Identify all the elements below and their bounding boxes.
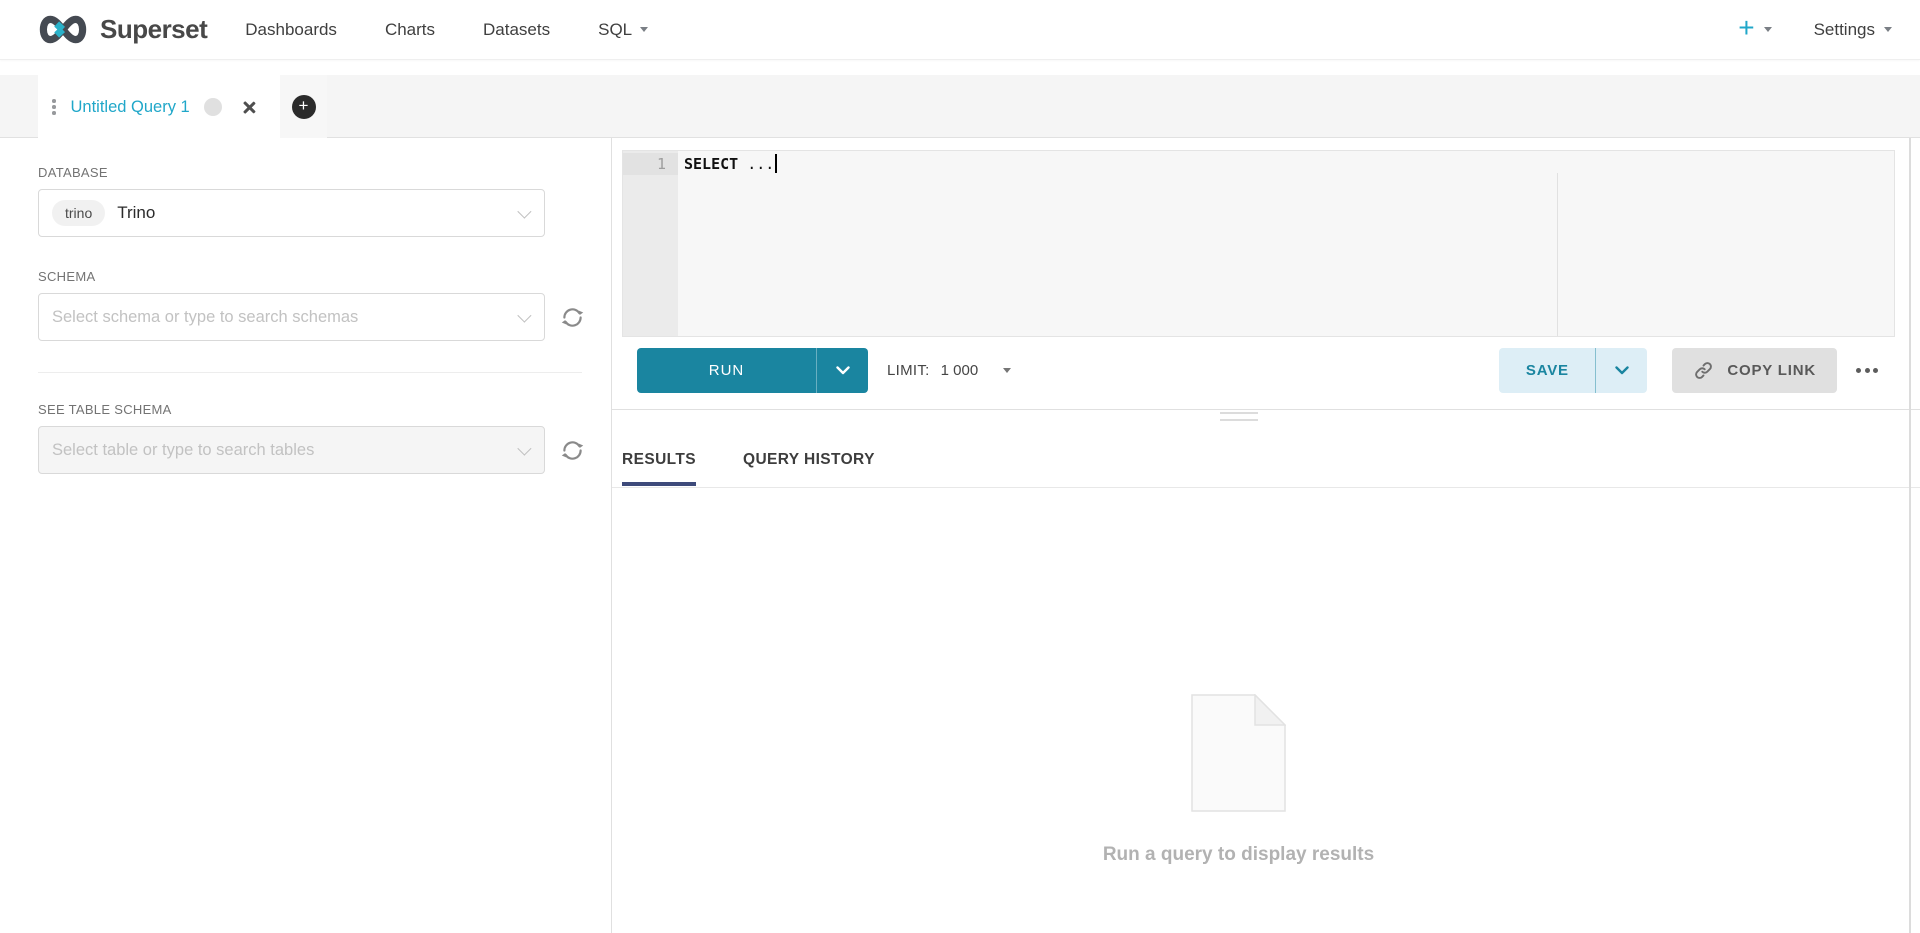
line-number: 1 — [623, 153, 678, 175]
schema-label: SCHEMA — [38, 269, 611, 284]
scrollbar-track[interactable] — [1909, 138, 1911, 933]
refresh-schemas-button[interactable] — [560, 305, 585, 330]
save-button-group: SAVE — [1499, 348, 1647, 393]
limit-dropdown[interactable]: LIMIT: 1 000 — [887, 362, 1011, 379]
run-button-group: RUN — [637, 348, 868, 393]
plus-icon: + — [292, 95, 316, 119]
sql-keyword: SELECT — [684, 155, 738, 173]
plus-icon: + — [1738, 14, 1754, 42]
copy-link-button[interactable]: COPY LINK — [1672, 348, 1837, 393]
run-button[interactable]: RUN — [637, 348, 816, 393]
superset-infinity-icon — [36, 12, 90, 47]
caret-down-icon — [640, 27, 648, 32]
navbar: Superset Dashboards Charts Datasets SQL … — [0, 0, 1920, 60]
text-cursor — [775, 154, 777, 173]
nav-item-datasets[interactable]: Datasets — [483, 20, 550, 40]
table-placeholder: Select table or type to search tables — [52, 441, 314, 460]
sql-text: ... — [738, 155, 774, 173]
sync-arrows-icon — [560, 438, 585, 463]
pane-resize-handle[interactable] — [1220, 412, 1258, 426]
chevron-down-icon — [517, 309, 531, 323]
caret-down-icon — [1003, 368, 1011, 373]
table-schema-label: SEE TABLE SCHEMA — [38, 402, 611, 417]
superset-logo[interactable]: Superset — [36, 12, 207, 47]
schema-placeholder: Select schema or type to search schemas — [52, 308, 358, 327]
save-options-button[interactable] — [1595, 348, 1647, 393]
schema-select[interactable]: Select schema or type to search schemas — [38, 293, 545, 341]
database-value: Trino — [117, 203, 155, 223]
chevron-down-icon — [1615, 366, 1629, 375]
kebab-vertical-icon[interactable] — [46, 95, 62, 119]
database-badge: trino — [52, 200, 105, 226]
editor-gutter: 1 — [623, 151, 678, 336]
nav-item-charts[interactable]: Charts — [385, 20, 435, 40]
south-tabs-baseline — [612, 487, 1920, 488]
chevron-down-icon — [517, 205, 531, 219]
nav-item-sql[interactable]: SQL — [598, 20, 648, 40]
tab-query-history[interactable]: QUERY HISTORY — [743, 451, 875, 486]
brand-name: Superset — [100, 14, 207, 45]
link-chain-icon — [1693, 360, 1714, 381]
new-item-button[interactable]: + — [1738, 17, 1771, 42]
query-tab-active[interactable]: Untitled Query 1 — [38, 75, 280, 139]
main-pane: 1 SELECT ... RUN LIMIT: 1 000 — [612, 138, 1920, 933]
copy-link-label: COPY LINK — [1727, 362, 1816, 379]
settings-menu[interactable]: Settings — [1814, 20, 1892, 40]
empty-results-message: Run a query to display results — [1103, 844, 1374, 866]
add-query-tab-button[interactable]: + — [280, 75, 327, 138]
results-empty-state: Run a query to display results — [612, 694, 1865, 866]
nav-menu: Dashboards Charts Datasets SQL — [245, 20, 648, 40]
database-select[interactable]: trino Trino — [38, 189, 545, 237]
query-status-dot — [204, 98, 222, 116]
navbar-right: + Settings — [1738, 17, 1892, 42]
limit-value: 1 000 — [941, 362, 979, 379]
south-pane-tabs: RESULTS QUERY HISTORY — [622, 451, 875, 486]
query-tab-strip: Untitled Query 1 + — [0, 75, 1920, 138]
table-select[interactable]: Select table or type to search tables — [38, 426, 545, 474]
sql-lab-content: DATABASE trino Trino SCHEMA Select schem… — [0, 138, 1920, 933]
tab-results[interactable]: RESULTS — [622, 451, 696, 486]
close-icon[interactable] — [242, 100, 257, 115]
editor-toolbar: RUN LIMIT: 1 000 SAVE — [612, 338, 1920, 410]
ellipsis-icon — [1856, 368, 1861, 373]
more-options-button[interactable] — [1854, 362, 1880, 379]
editor-code-area[interactable]: SELECT ... — [678, 151, 1894, 336]
refresh-tables-button[interactable] — [560, 438, 585, 463]
limit-label: LIMIT: — [887, 362, 930, 379]
caret-down-icon — [1884, 27, 1892, 32]
chevron-down-icon — [836, 366, 850, 375]
print-margin-line — [1557, 173, 1558, 336]
query-tab-label[interactable]: Untitled Query 1 — [71, 98, 190, 117]
nav-item-dashboards[interactable]: Dashboards — [245, 20, 337, 40]
sidebar-divider — [38, 372, 582, 373]
run-options-button[interactable] — [816, 348, 868, 393]
save-button[interactable]: SAVE — [1499, 348, 1595, 393]
blank-document-icon — [1191, 694, 1286, 812]
caret-down-icon — [1764, 27, 1772, 32]
sidebar: DATABASE trino Trino SCHEMA Select schem… — [0, 138, 612, 933]
chevron-down-icon — [517, 442, 531, 456]
toolbar-right-group: SAVE COPY LINK — [1499, 348, 1880, 393]
sync-arrows-icon — [560, 305, 585, 330]
database-label: DATABASE — [38, 165, 611, 180]
sql-editor[interactable]: 1 SELECT ... — [622, 150, 1895, 337]
